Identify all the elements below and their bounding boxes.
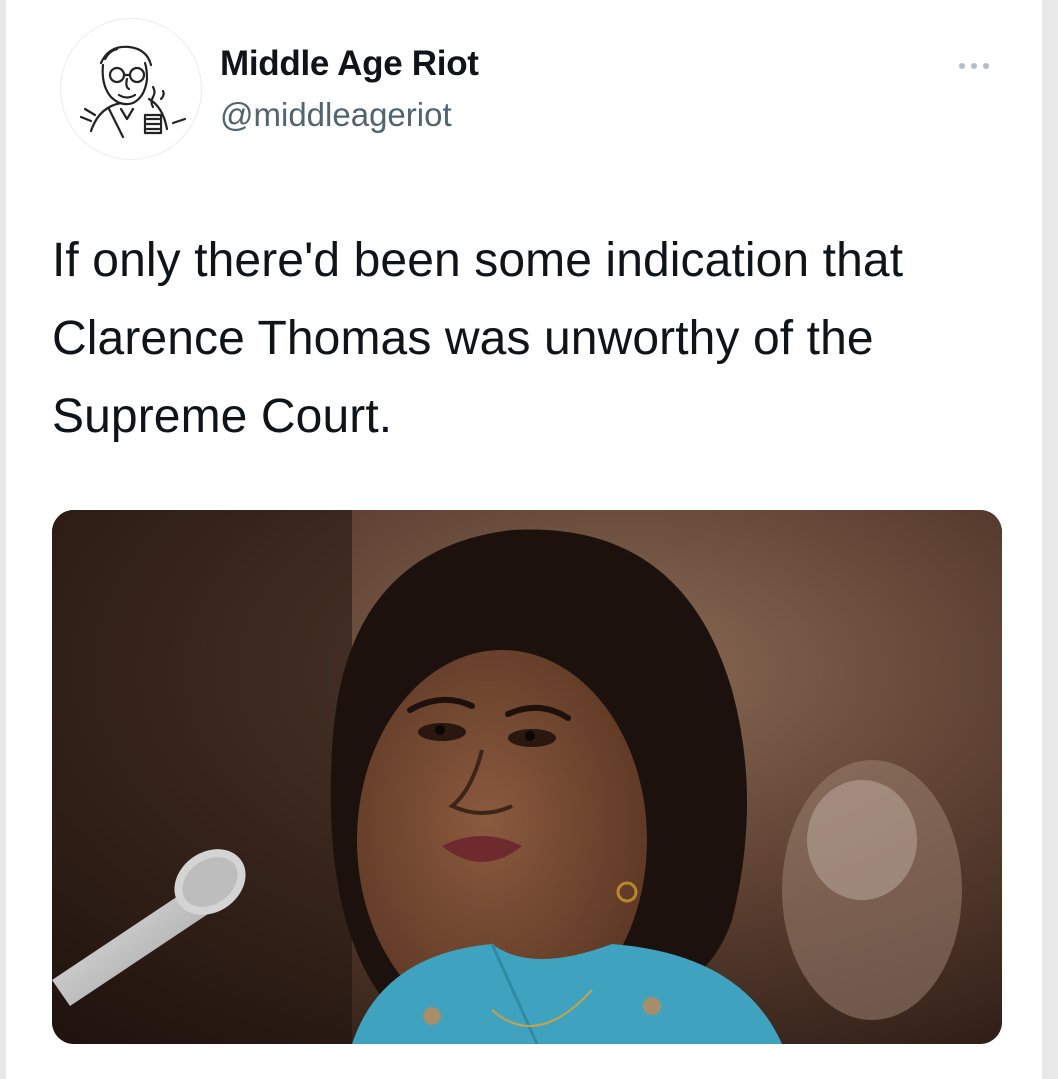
author-avatar[interactable]: [60, 18, 202, 160]
more-dot: [971, 63, 977, 69]
author-handle[interactable]: @middleageriot: [220, 96, 452, 134]
tweet-card[interactable]: Middle Age Riot @middleageriot If only t…: [6, 0, 1042, 1079]
author-display-name[interactable]: Middle Age Riot: [220, 44, 479, 84]
more-options-icon[interactable]: [944, 48, 1004, 84]
more-dot: [959, 63, 965, 69]
cartoon-man-avatar-icon: [79, 45, 187, 139]
tweet-photo[interactable]: [52, 510, 1002, 1044]
hearing-photo-image: [52, 510, 1002, 1044]
more-dot: [983, 63, 989, 69]
tweet-text: If only there'd been some indication tha…: [52, 234, 904, 443]
